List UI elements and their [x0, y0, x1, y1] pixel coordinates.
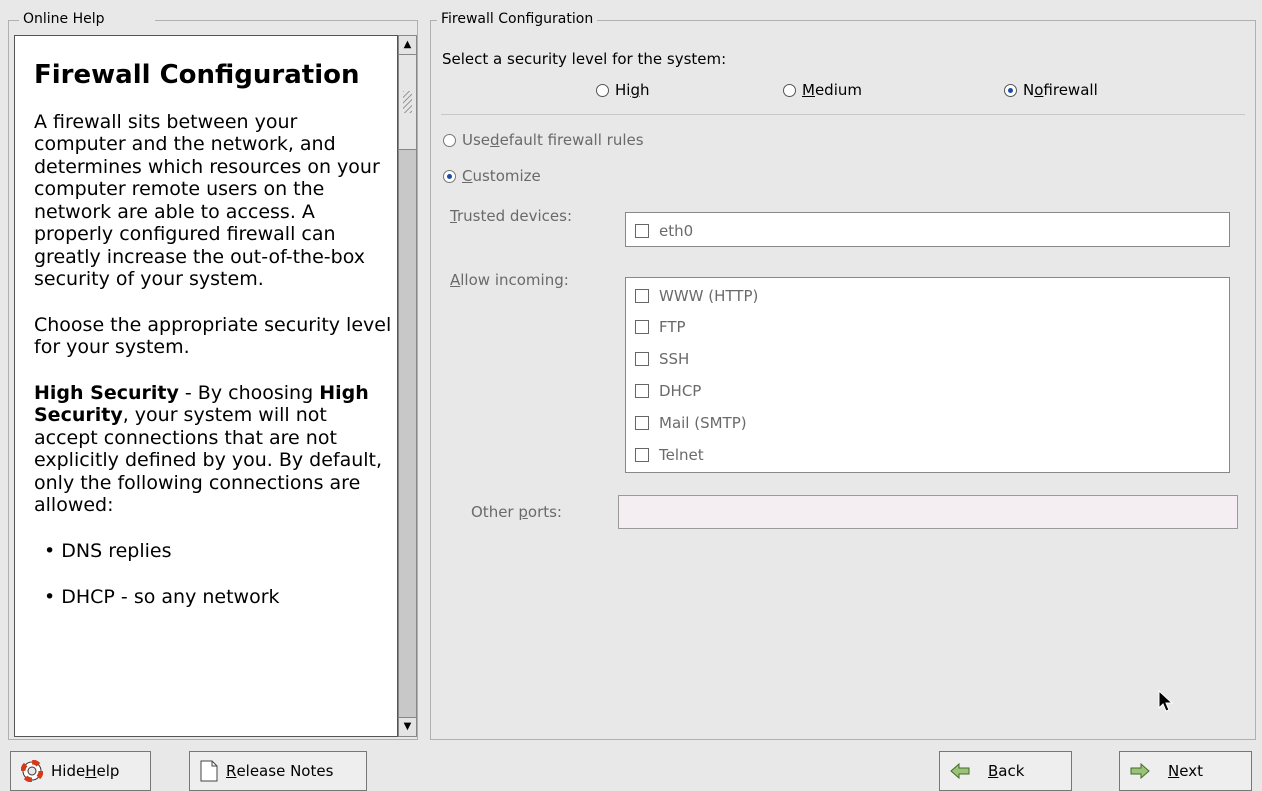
service-mail[interactable]: Mail (SMTP)	[635, 414, 747, 432]
back-button[interactable]: Back	[939, 751, 1072, 791]
document-icon	[200, 760, 218, 782]
allow-incoming-list[interactable]: WWW (HTTP) FTP SSH DHCP Mail (SMTP) Teln…	[625, 277, 1230, 473]
help-content[interactable]: Firewall Configuration A firewall sits b…	[14, 35, 398, 737]
service-telnet[interactable]: Telnet	[635, 446, 704, 464]
help-scrollbar[interactable]: ▲ ▼	[398, 35, 417, 737]
checkbox-eth0[interactable]	[635, 224, 649, 238]
radio-medium-circle[interactable]	[783, 83, 796, 97]
firewall-config-frame: Firewall Configuration Select a security…	[430, 11, 1256, 740]
firewall-config-legend: Firewall Configuration	[437, 11, 598, 27]
service-ssh[interactable]: SSH	[635, 350, 689, 368]
scroll-down-arrow-icon[interactable]: ▼	[399, 717, 416, 736]
radio-use-default-rules[interactable]: Use d efault firewall rules	[443, 131, 644, 149]
trusted-device-eth0[interactable]: eth0	[635, 222, 693, 240]
lifebuoy-icon	[21, 760, 43, 782]
service-ftp[interactable]: FTP	[635, 318, 686, 336]
arrow-left-icon	[950, 763, 970, 779]
radio-no-firewall-circle[interactable]	[1004, 83, 1017, 97]
next-button[interactable]: Next	[1119, 751, 1252, 791]
scroll-thumb[interactable]	[399, 55, 416, 150]
allow-incoming-label: Allow incoming:	[450, 271, 569, 289]
radio-customize[interactable]: Customize	[443, 167, 541, 185]
help-title: Firewall Configuration	[34, 60, 360, 90]
hide-help-button[interactable]: Hide Help	[10, 751, 151, 791]
other-ports-label: Other ports:	[471, 503, 562, 521]
security-level-label: Select a security level for the system:	[442, 50, 727, 68]
radio-no-firewall[interactable]: No firewall	[1004, 81, 1098, 99]
online-help-legend: Online Help	[19, 11, 155, 27]
arrow-right-icon	[1130, 763, 1150, 779]
trusted-devices-label: Trusted devices:	[450, 207, 572, 225]
help-bullet-dns: • DNS replies	[44, 539, 172, 562]
radio-high-circle[interactable]	[596, 83, 609, 97]
separator	[441, 114, 1245, 115]
help-paragraph-2: Choose the appropriate security level fo…	[34, 313, 392, 359]
radio-high[interactable]: Hi g h	[596, 81, 650, 99]
help-bullet-dhcp: • DHCP - so any network	[44, 586, 280, 608]
service-dhcp[interactable]: DHCP	[635, 382, 701, 400]
mouse-pointer-icon	[1158, 689, 1174, 718]
service-www[interactable]: WWW (HTTP)	[635, 287, 758, 305]
help-paragraph-3: High Security - By choosing High Securit…	[34, 381, 383, 517]
release-notes-button[interactable]: Release Notes	[189, 751, 367, 791]
other-ports-input[interactable]	[618, 495, 1238, 529]
online-help-frame: Online Help Firewall Configuration A fir…	[8, 11, 418, 740]
scroll-up-arrow-icon[interactable]: ▲	[399, 36, 416, 55]
trusted-devices-list[interactable]: eth0	[625, 212, 1230, 247]
radio-medium[interactable]: Medium	[783, 81, 862, 99]
help-paragraph-1: A firewall sits between your computer an…	[34, 110, 380, 291]
